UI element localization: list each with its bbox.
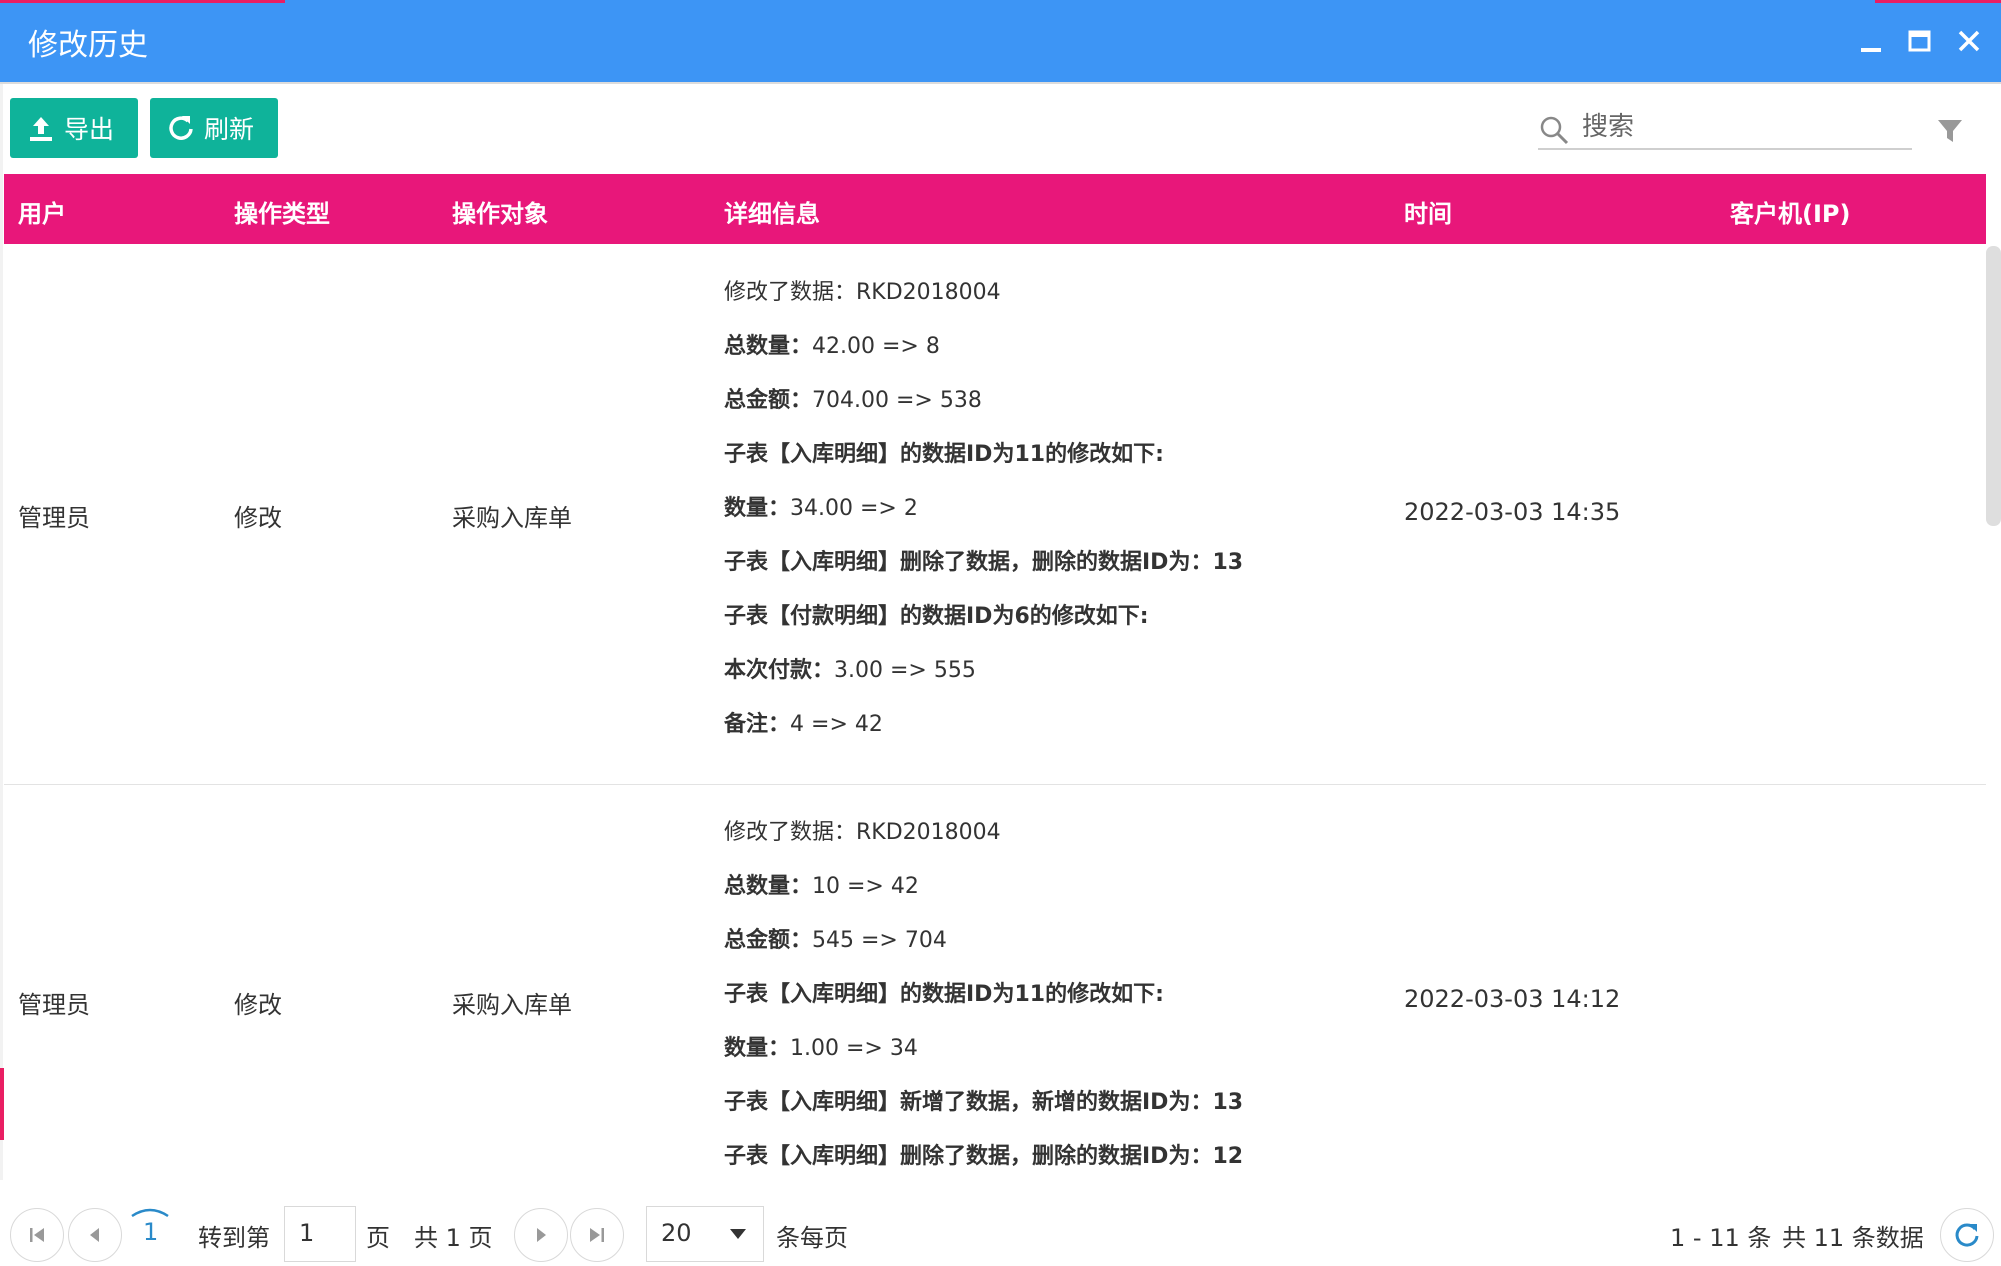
column-header-time[interactable]: 时间 (1404, 194, 1452, 229)
prev-page-icon (90, 1228, 99, 1242)
current-page-number: 1 (143, 1218, 159, 1246)
total-pages-text: 共 1 页 (414, 1224, 493, 1252)
detail-line: 总金额：704.00 => 538 (724, 388, 982, 413)
window-title: 修改历史 (28, 28, 148, 63)
goto-page-value: 1 (299, 1219, 315, 1247)
detail-line: 子表【入库明细】删除了数据，删除的数据ID为：12 (724, 1144, 1244, 1169)
goto-page-input[interactable]: 1 (284, 1206, 356, 1262)
titlebar-accent-right (1875, 0, 2001, 3)
page-size-select[interactable]: 20 (646, 1206, 764, 1262)
first-page-button[interactable] (10, 1208, 64, 1262)
search-icon (1540, 116, 1569, 145)
cell-target: 采购入库单 (452, 991, 572, 1019)
next-page-button[interactable] (514, 1208, 568, 1262)
search-underline (1538, 148, 1912, 150)
total-records-text: 共 11 条数据 (1782, 1224, 1924, 1252)
export-button[interactable]: 导出 (10, 98, 138, 158)
cell-op-type: 修改 (234, 504, 282, 532)
vertical-scrollbar[interactable] (1986, 246, 2001, 526)
refresh-button-label: 刷新 (204, 115, 255, 144)
maximize-icon[interactable] (1900, 22, 1938, 60)
detail-line: 备注：4 => 42 (724, 712, 883, 737)
current-page-indicator[interactable]: 1 (126, 1204, 174, 1260)
refresh-button[interactable]: 刷新 (150, 98, 278, 158)
detail-line: 修改了数据：RKD2018004 (724, 280, 1001, 305)
detail-line: 总金额：545 => 704 (724, 928, 947, 953)
column-header-details[interactable]: 详细信息 (724, 194, 820, 229)
goto-label: 转到第 (198, 1224, 270, 1252)
first-page-icon (30, 1228, 44, 1242)
last-page-button[interactable] (570, 1208, 624, 1262)
per-page-label: 条每页 (776, 1224, 848, 1252)
page-size-value: 20 (661, 1219, 692, 1247)
window-titlebar: 修改历史 (0, 0, 2001, 82)
export-button-label: 导出 (64, 115, 115, 144)
detail-line: 修改了数据：RKD2018004 (724, 820, 1001, 845)
filter-icon[interactable] (1935, 116, 1965, 146)
page-arc-icon (131, 1208, 169, 1218)
column-header-user[interactable]: 用户 (18, 194, 66, 229)
table-row[interactable]: 管理员 修改 采购入库单 2022-03-03 14:35 (4, 246, 1986, 784)
detail-line: 本次付款：3.00 => 555 (724, 658, 976, 683)
page-label: 页 (366, 1224, 390, 1252)
detail-line: 数量：34.00 => 2 (724, 496, 918, 521)
detail-line: 数量：1.00 => 34 (724, 1036, 918, 1061)
search-input[interactable] (1580, 106, 1914, 148)
toolbar-divider (0, 82, 2001, 84)
prev-page-button[interactable] (68, 1208, 122, 1262)
refresh-icon (1955, 1223, 1979, 1247)
upload-icon (30, 117, 52, 141)
cell-user: 管理员 (18, 504, 90, 532)
pager-refresh-button[interactable] (1940, 1208, 1994, 1262)
detail-line: 子表【入库明细】新增了数据，新增的数据ID为：13 (724, 1090, 1244, 1115)
detail-line: 子表【付款明细】的数据ID为6的修改如下: (724, 604, 1149, 629)
refresh-icon (169, 116, 193, 140)
chevron-down-icon (730, 1229, 746, 1239)
next-page-icon (537, 1228, 546, 1242)
titlebar-accent-left (0, 0, 285, 3)
cell-time: 2022-03-03 14:12 (1404, 985, 1621, 1013)
range-text: 1 - 11 条 (1670, 1224, 1772, 1252)
cell-user: 管理员 (18, 991, 90, 1019)
table-header: 用户 操作类型 操作对象 详细信息 时间 客户机(IP) (4, 174, 1986, 244)
column-header-ip[interactable]: 客户机(IP) (1730, 194, 1850, 229)
detail-line: 子表【入库明细】的数据ID为11的修改如下: (724, 442, 1164, 467)
last-page-icon (590, 1228, 604, 1242)
cell-time: 2022-03-03 14:35 (1404, 498, 1621, 526)
column-header-target[interactable]: 操作对象 (452, 194, 548, 229)
cell-target: 采购入库单 (452, 504, 572, 532)
detail-line: 总数量：42.00 => 8 (724, 334, 940, 359)
close-icon[interactable] (1950, 22, 1988, 60)
detail-line: 子表【入库明细】的数据ID为11的修改如下: (724, 982, 1164, 1007)
column-header-op-type[interactable]: 操作类型 (234, 194, 330, 229)
cell-op-type: 修改 (234, 991, 282, 1019)
detail-line: 总数量：10 => 42 (724, 874, 919, 899)
detail-line: 子表【入库明细】删除了数据，删除的数据ID为：13 (724, 550, 1244, 575)
minimize-icon[interactable] (1852, 22, 1890, 60)
